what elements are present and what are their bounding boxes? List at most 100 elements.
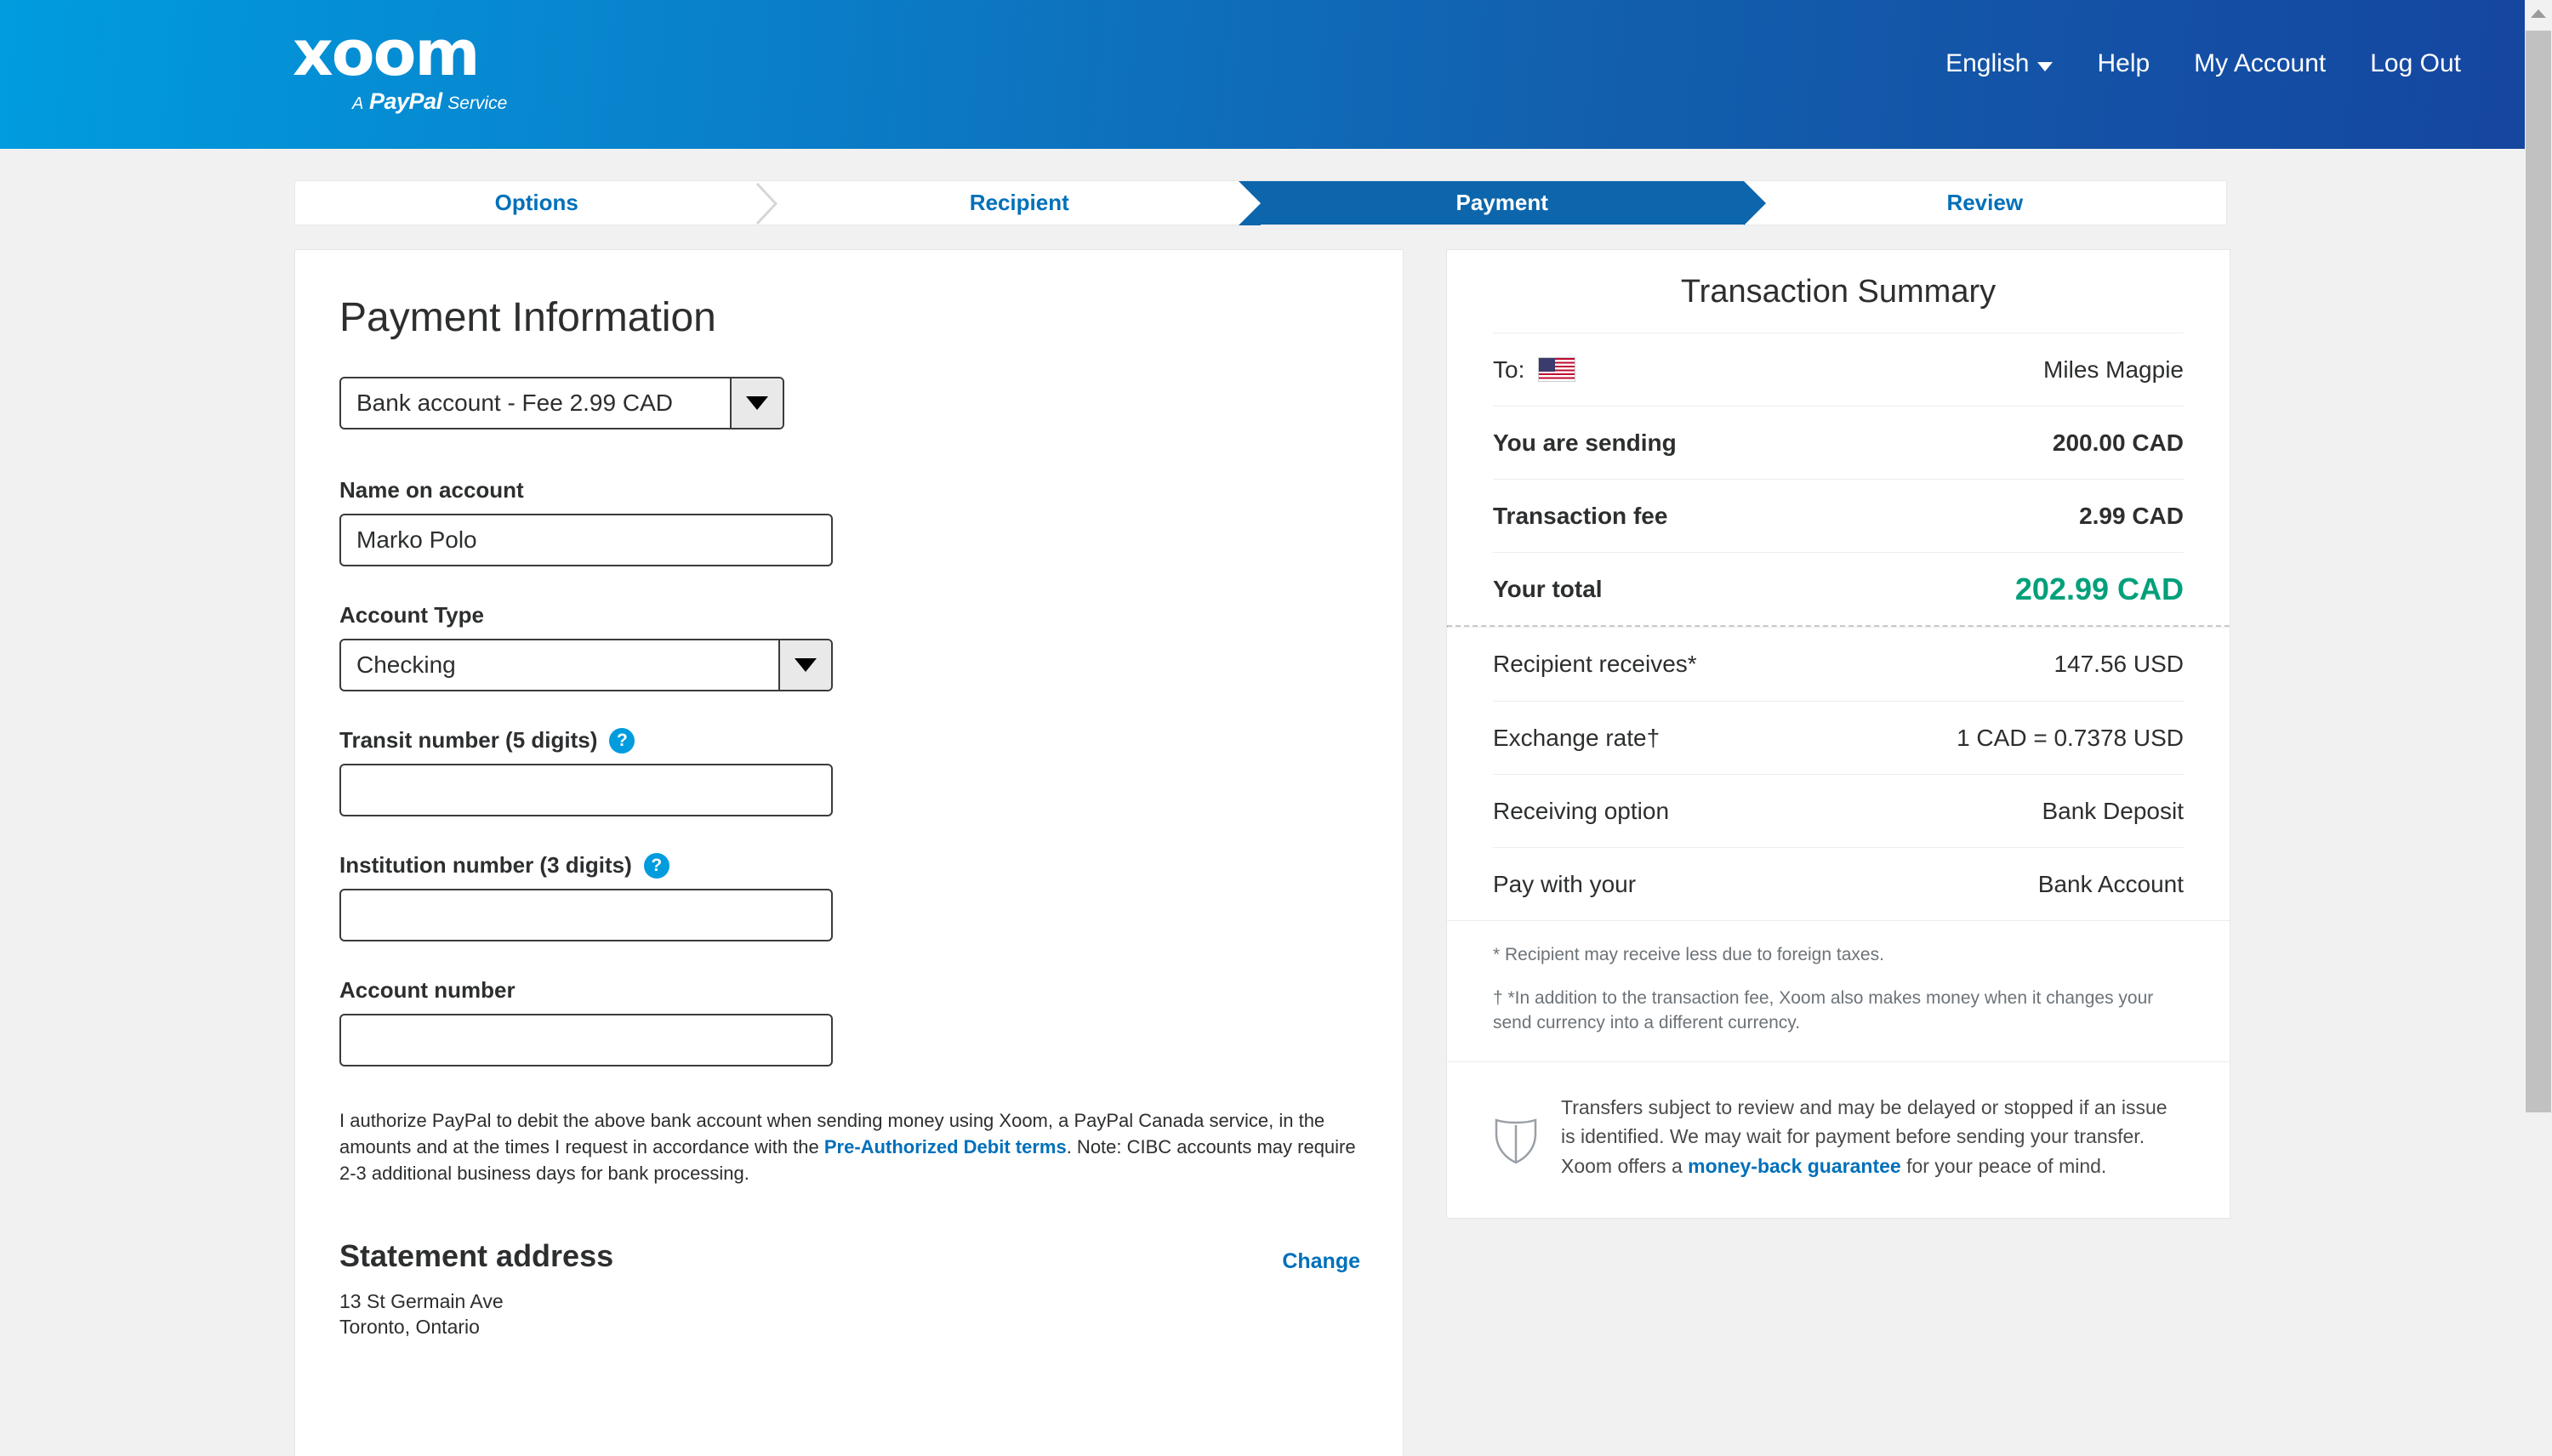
statement-address-change-link[interactable]: Change bbox=[1282, 1249, 1360, 1274]
authorization-text: I authorize PayPal to debit the above ba… bbox=[339, 1107, 1364, 1187]
summary-row-transaction-fee: Transaction fee 2.99 CAD bbox=[1493, 479, 2184, 552]
account-number-label: Account number bbox=[339, 977, 1359, 1004]
summary-fee-key: Transaction fee bbox=[1493, 502, 1668, 529]
statement-address-line2: Toronto, Ontario bbox=[339, 1315, 480, 1338]
payment-method-dropdown-arrow-icon[interactable] bbox=[730, 378, 783, 428]
account-number-label-text: Account number bbox=[339, 977, 516, 1003]
summary-receiving-option-value: Bank Deposit bbox=[2042, 797, 2184, 824]
summary-row-your-total: Your total 202.99 CAD bbox=[1493, 552, 2184, 625]
summary-footnote-1: * Recipient may receive less due to fore… bbox=[1493, 945, 1884, 964]
account-type-dropdown-arrow-icon[interactable] bbox=[778, 640, 831, 690]
summary-row-recipient: To: Miles Magpie bbox=[1493, 333, 2184, 406]
summary-sending-key: You are sending bbox=[1493, 429, 1677, 456]
field-transit-number: Transit number (5 digits) ? bbox=[339, 727, 1359, 816]
summary-row-you-are-sending: You are sending 200.00 CAD bbox=[1493, 406, 2184, 479]
summary-recipient-receives-key: Recipient receives* bbox=[1493, 651, 1697, 677]
guarantee-text-post: for your peace of mind. bbox=[1900, 1154, 2107, 1177]
summary-pay-with-value: Bank Account bbox=[2037, 870, 2184, 897]
help-icon[interactable]: ? bbox=[609, 727, 635, 754]
logo-tagline-a: A bbox=[352, 94, 364, 113]
transit-number-label-text: Transit number (5 digits) bbox=[339, 727, 598, 753]
nav-language-label: English bbox=[1945, 49, 2030, 77]
account-type-value: Checking bbox=[356, 651, 456, 678]
transit-number-label: Transit number (5 digits) ? bbox=[339, 727, 1359, 754]
summary-recipient-name: Miles Magpie bbox=[2043, 355, 2184, 383]
field-account-type: Account Type Checking bbox=[339, 602, 1359, 691]
summary-pay-with-key: Pay with your bbox=[1493, 870, 1637, 897]
summary-row-receiving-option: Receiving option Bank Deposit bbox=[1493, 774, 2184, 847]
statement-address-value: 13 St Germain Ave Toronto, Ontario bbox=[339, 1289, 1359, 1340]
name-on-account-label: Name on account bbox=[339, 477, 1359, 503]
us-flag-icon bbox=[1538, 357, 1576, 382]
nav-my-account[interactable]: My Account bbox=[2194, 49, 2326, 78]
progress-steps: Options Recipient Payment Review bbox=[294, 180, 2227, 225]
summary-exchange-rate-value: 1 CAD = 0.7378 USD bbox=[1957, 724, 2184, 751]
nav-language-selector[interactable]: English bbox=[1945, 49, 2054, 78]
summary-total-key: Your total bbox=[1493, 575, 1603, 602]
xoom-logo[interactable]: xoom A PayPal Service bbox=[293, 22, 548, 115]
payment-information-panel: Payment Information Bank account - Fee 2… bbox=[294, 249, 1404, 1456]
summary-recipient-key: To: bbox=[1493, 355, 1576, 384]
account-number-input[interactable] bbox=[339, 1014, 833, 1066]
page-title: Payment Information bbox=[339, 295, 716, 340]
step-payment-label: Payment bbox=[1455, 190, 1548, 215]
step-separator-icon bbox=[754, 181, 779, 225]
step-options-label: Options bbox=[494, 190, 578, 215]
statement-address-title: Statement address bbox=[339, 1237, 614, 1273]
guarantee-section: Transfers subject to review and may be d… bbox=[1447, 1061, 2230, 1219]
field-name-on-account: Name on account Marko Polo bbox=[339, 477, 1359, 566]
summary-receiving-option-key: Receiving option bbox=[1493, 797, 1670, 824]
logo-tagline-paypal: PayPal bbox=[369, 88, 442, 114]
transaction-summary-panel: Transaction Summary To: Miles Magpie You… bbox=[1446, 249, 2230, 1220]
step-options[interactable]: Options bbox=[295, 181, 778, 225]
summary-recipient-receives-value: 147.56 USD bbox=[2054, 651, 2184, 677]
payment-method-value: Bank account - Fee 2.99 CAD bbox=[356, 390, 673, 416]
chevron-down-icon bbox=[2037, 61, 2054, 71]
page-scrollbar[interactable] bbox=[2525, 0, 2552, 1456]
header-nav: English Help My Account Log Out bbox=[1945, 49, 2461, 78]
logo-wordmark: xoom bbox=[293, 17, 481, 90]
flag-canton bbox=[1539, 358, 1556, 372]
statement-address-line1: 13 St Germain Ave bbox=[339, 1289, 504, 1312]
account-type-select[interactable]: Checking bbox=[339, 639, 833, 691]
name-on-account-label-text: Name on account bbox=[339, 477, 524, 503]
summary-footnotes: * Recipient may receive less due to fore… bbox=[1447, 920, 2230, 1061]
logo-tagline-service: Service bbox=[447, 94, 508, 113]
step-recipient[interactable]: Recipient bbox=[778, 181, 1261, 225]
summary-row-exchange-rate: Exchange rate† 1 CAD = 0.7378 USD bbox=[1493, 701, 2184, 774]
field-account-number: Account number bbox=[339, 977, 1359, 1066]
account-type-label: Account Type bbox=[339, 602, 1359, 628]
shield-icon bbox=[1493, 1112, 1539, 1169]
summary-fee-value: 2.99 CAD bbox=[2079, 502, 2184, 529]
pre-authorized-debit-terms-link[interactable]: Pre-Authorized Debit terms bbox=[824, 1136, 1067, 1157]
name-on-account-input[interactable]: Marko Polo bbox=[339, 514, 833, 566]
transaction-summary-rows: To: Miles Magpie You are sending 200.00 … bbox=[1447, 333, 2230, 625]
site-header: xoom A PayPal Service English Help My Ac… bbox=[0, 0, 2525, 149]
institution-number-label: Institution number (3 digits) ? bbox=[339, 852, 1359, 879]
step-payment[interactable]: Payment bbox=[1239, 181, 1765, 225]
page-viewport: xoom A PayPal Service English Help My Ac… bbox=[0, 0, 2552, 1456]
summary-row-pay-with: Pay with your Bank Account bbox=[1493, 847, 2184, 920]
summary-row-recipient-receives: Recipient receives* 147.56 USD bbox=[1493, 628, 2184, 701]
scrollbar-up-arrow-icon[interactable] bbox=[2525, 0, 2552, 27]
summary-to-label: To: bbox=[1493, 355, 1525, 383]
nav-log-out[interactable]: Log Out bbox=[2370, 49, 2461, 78]
field-institution-number: Institution number (3 digits) ? bbox=[339, 852, 1359, 941]
guarantee-text: Transfers subject to review and may be d… bbox=[1561, 1093, 2184, 1181]
institution-number-input[interactable] bbox=[339, 889, 833, 941]
transaction-summary-title: Transaction Summary bbox=[1680, 274, 1997, 310]
transit-number-input[interactable] bbox=[339, 764, 833, 816]
help-icon[interactable]: ? bbox=[643, 852, 669, 879]
payment-method-select[interactable]: Bank account - Fee 2.99 CAD bbox=[339, 377, 784, 429]
logo-tagline: A PayPal Service bbox=[352, 88, 548, 115]
step-review[interactable]: Review bbox=[1743, 181, 2226, 225]
account-type-label-text: Account Type bbox=[339, 602, 484, 628]
summary-sending-value: 200.00 CAD bbox=[2052, 429, 2184, 456]
step-recipient-label: Recipient bbox=[969, 190, 1069, 215]
transaction-summary-details: Recipient receives* 147.56 USD Exchange … bbox=[1447, 628, 2230, 920]
nav-help[interactable]: Help bbox=[2097, 49, 2150, 78]
money-back-guarantee-link[interactable]: money-back guarantee bbox=[1688, 1155, 1901, 1177]
scrollbar-thumb[interactable] bbox=[2526, 31, 2551, 1112]
summary-footnote-2: † *In addition to the transaction fee, X… bbox=[1493, 987, 2154, 1032]
step-review-label: Review bbox=[1946, 190, 2024, 215]
